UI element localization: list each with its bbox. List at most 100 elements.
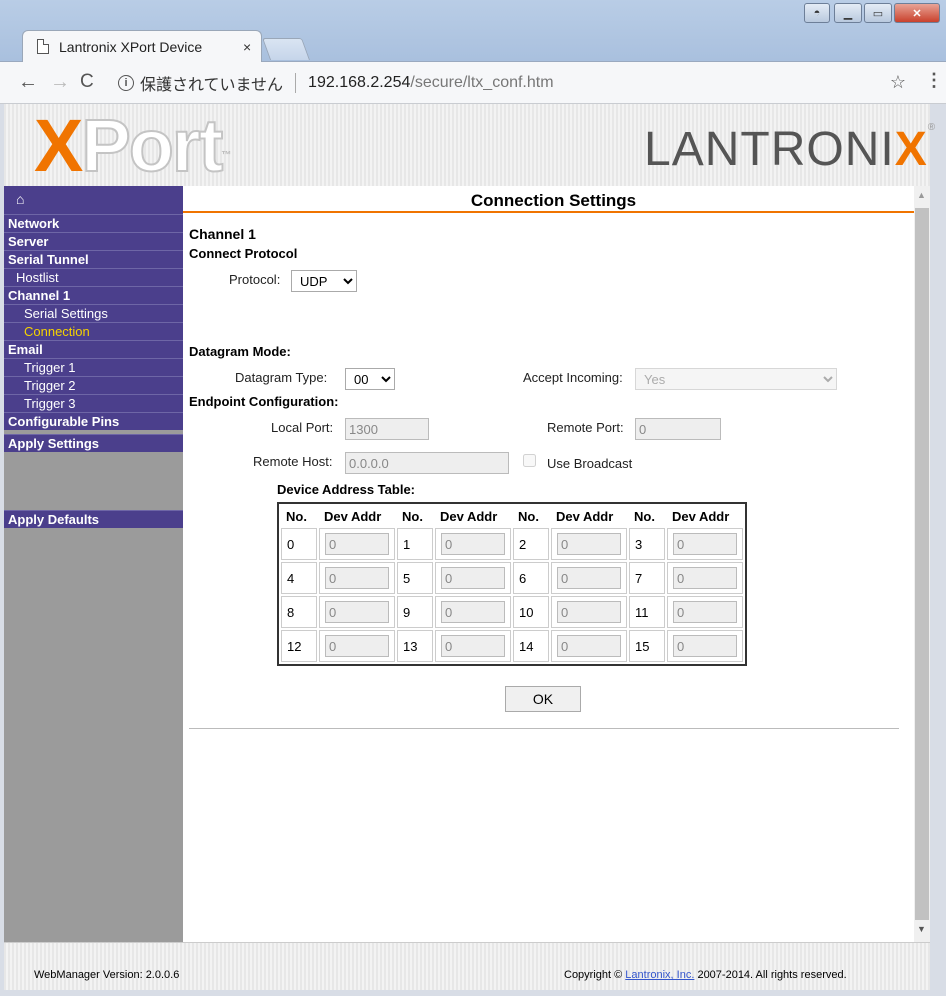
browser-menu-icon[interactable]: ⋮ [925, 70, 943, 91]
dev-addr-input[interactable] [557, 635, 621, 657]
address-cell [435, 596, 511, 628]
address-cell [319, 562, 395, 594]
local-port-input[interactable] [345, 418, 429, 440]
address-number: 1 [397, 528, 433, 560]
scroll-up-icon[interactable]: ▲ [917, 190, 926, 200]
apply-defaults-button[interactable]: Apply Defaults [4, 510, 183, 528]
sidebar-item-network[interactable]: Network [4, 214, 183, 232]
dev-addr-input[interactable] [557, 567, 621, 589]
close-icon[interactable]: × [243, 39, 251, 55]
use-broadcast-checkbox[interactable] [523, 454, 536, 467]
protocol-select[interactable]: UDP [291, 270, 357, 292]
column-header: No. [286, 508, 307, 524]
column-header: Dev Addr [324, 508, 382, 524]
address-number: 13 [397, 630, 433, 662]
sidebar-nav: ⌂ Network Server Serial Tunnel Hostlist … [4, 186, 183, 942]
column-header: Dev Addr [556, 508, 614, 524]
dev-addr-input[interactable] [441, 567, 505, 589]
sidebar-item-connection[interactable]: Connection [4, 322, 183, 340]
sidebar-item-trigger1[interactable]: Trigger 1 [4, 358, 183, 376]
dev-addr-input[interactable] [441, 635, 505, 657]
tab-title: Lantronix XPort Device [59, 38, 203, 55]
sidebar-item-serial-tunnel[interactable]: Serial Tunnel [4, 250, 183, 268]
forward-icon[interactable]: → [50, 70, 70, 94]
address-cell [551, 528, 627, 560]
address-bar[interactable]: i 保護されていません 192.168.2.254/secure/ltx_con… [112, 68, 906, 98]
address-cell [667, 528, 743, 560]
webmanager-version: WebManager Version: 2.0.0.6 [34, 969, 180, 981]
address-number: 15 [629, 630, 665, 662]
browser-tab[interactable]: Lantronix XPort Device × [22, 30, 262, 62]
new-tab-button[interactable] [261, 38, 311, 60]
apply-settings-button[interactable]: Apply Settings [4, 434, 183, 452]
column-header: Dev Addr [672, 508, 730, 524]
maximize-button[interactable]: ▭ [864, 3, 892, 23]
column-header: Dev Addr [440, 508, 498, 524]
column-header: No. [402, 508, 423, 524]
use-broadcast-label: Use Broadcast [547, 456, 633, 471]
dev-addr-input[interactable] [673, 533, 737, 555]
dev-addr-input[interactable] [673, 635, 737, 657]
scrollbar-thumb[interactable] [915, 208, 929, 920]
scrollbar[interactable]: ▲ ▼ [914, 186, 930, 942]
address-cell [435, 562, 511, 594]
address-number: 8 [281, 596, 317, 628]
address-cell [551, 630, 627, 662]
address-cell [435, 528, 511, 560]
content-divider [189, 728, 899, 729]
remote-port-input[interactable] [635, 418, 721, 440]
address-number: 14 [513, 630, 549, 662]
user-icon[interactable]: ◓ [804, 3, 830, 23]
window-close-button[interactable]: ✕ [894, 3, 940, 23]
dev-addr-input[interactable] [557, 601, 621, 623]
reload-icon[interactable]: C [80, 70, 94, 94]
back-icon[interactable]: ← [18, 70, 38, 94]
address-cell [319, 596, 395, 628]
dev-addr-input[interactable] [325, 533, 389, 555]
sidebar-item-configurable-pins[interactable]: Configurable Pins [4, 412, 183, 430]
bookmark-star-icon[interactable]: ☆ [890, 72, 906, 93]
lantronix-link[interactable]: Lantronix, Inc. [625, 969, 694, 981]
scroll-down-icon[interactable]: ▼ [917, 924, 926, 934]
browser-toolbar: ← → C i 保護されていません 192.168.2.254/secure/l… [0, 62, 946, 104]
sidebar-item-trigger3[interactable]: Trigger 3 [4, 394, 183, 412]
address-cell [435, 630, 511, 662]
dev-addr-input[interactable] [673, 567, 737, 589]
sidebar-item-server[interactable]: Server [4, 232, 183, 250]
table-row: 0 1 2 3 [281, 528, 743, 560]
sidebar-item-channel1[interactable]: Channel 1 [4, 286, 183, 304]
dev-addr-input[interactable] [325, 567, 389, 589]
dev-addr-input[interactable] [325, 601, 389, 623]
remote-host-input[interactable] [345, 452, 509, 474]
address-cell [319, 630, 395, 662]
local-port-label: Local Port: [271, 420, 334, 435]
minimize-button[interactable]: ▁ [834, 3, 862, 23]
sidebar-item-hostlist[interactable]: Hostlist [4, 268, 183, 286]
dev-addr-input[interactable] [673, 601, 737, 623]
address-cell [667, 562, 743, 594]
sidebar-item-trigger2[interactable]: Trigger 2 [4, 376, 183, 394]
accept-incoming-label: Accept Incoming: [523, 370, 623, 385]
address-number: 3 [629, 528, 665, 560]
column-header: No. [518, 508, 539, 524]
omnibox-divider [295, 73, 297, 93]
address-cell [551, 596, 627, 628]
sidebar-item-serial-settings[interactable]: Serial Settings [4, 304, 183, 322]
accept-incoming-select[interactable]: Yes [635, 368, 837, 390]
address-number: 6 [513, 562, 549, 594]
copyright-text: Copyright © Lantronix, Inc. 2007-2014. A… [564, 969, 847, 981]
sidebar-item-email[interactable]: Email [4, 340, 183, 358]
address-number: 9 [397, 596, 433, 628]
datagram-type-select[interactable]: 00 [345, 368, 395, 390]
endpoint-config-heading: Endpoint Configuration: [189, 394, 339, 409]
home-icon[interactable]: ⌂ [4, 186, 183, 214]
info-icon[interactable]: i [118, 75, 134, 91]
security-label: 保護されていません [140, 77, 284, 94]
dev-addr-input[interactable] [441, 601, 505, 623]
ok-button[interactable]: OK [505, 686, 581, 712]
table-row: 4 5 6 7 [281, 562, 743, 594]
dev-addr-input[interactable] [441, 533, 505, 555]
dev-addr-input[interactable] [557, 533, 621, 555]
url-host: 192.168.2.254 [308, 74, 411, 91]
dev-addr-input[interactable] [325, 635, 389, 657]
